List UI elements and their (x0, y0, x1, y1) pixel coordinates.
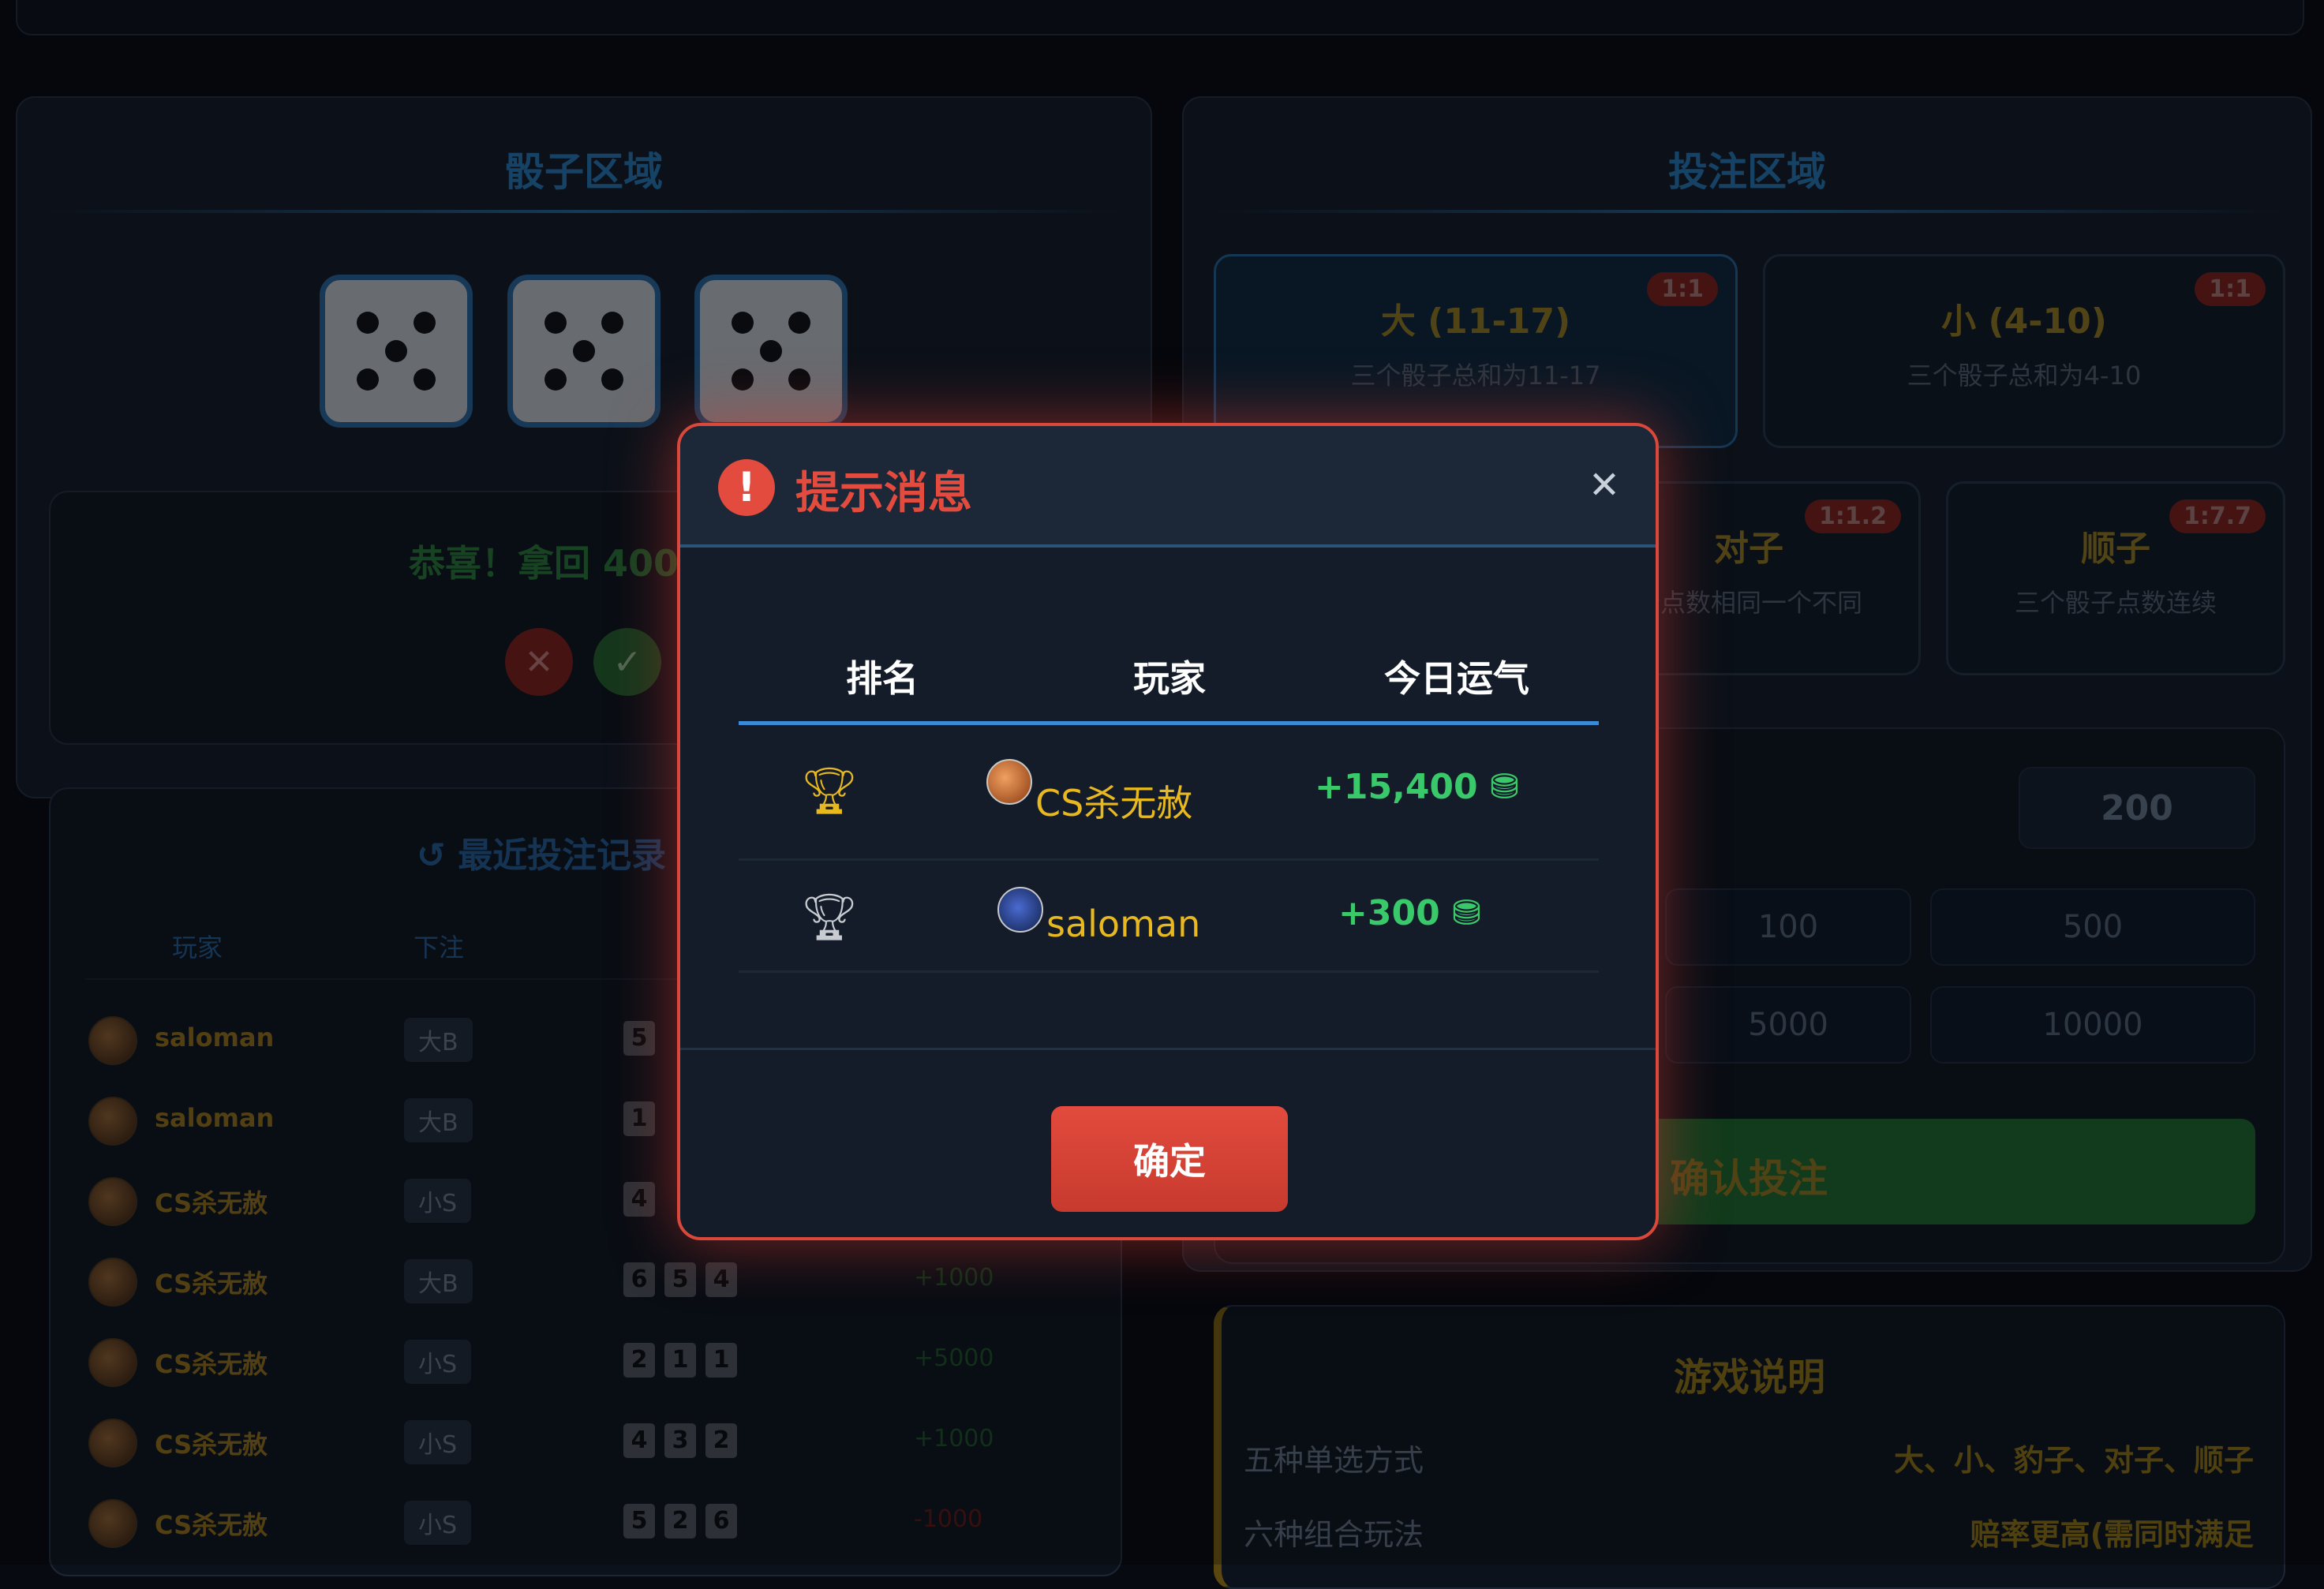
silver-trophy-icon: 🏆︎ (800, 890, 859, 944)
avatar (986, 759, 1032, 805)
player-name: CS杀无赦 (1035, 782, 1193, 824)
luck-value: +300 ⛃ (1338, 893, 1481, 933)
avatar (997, 887, 1043, 933)
alert-icon: ! (718, 459, 775, 516)
modal-footer-line (680, 1048, 1656, 1050)
message-modal: ! 提示消息 ✕ 排名 玩家 今日运气 🏆︎ CS杀无赦 +15,400 ⛃ 🏆… (677, 423, 1659, 1240)
row-divider (739, 858, 1599, 861)
luck-amount: +300 (1338, 893, 1440, 933)
header-underline (739, 721, 1599, 725)
row-divider (739, 970, 1599, 973)
gold-trophy-icon: 🏆︎ (800, 764, 859, 817)
col-player: 玩家 (1133, 657, 1206, 700)
coins-icon: ⛃ (1490, 767, 1519, 807)
luck-value: +15,400 ⛃ (1315, 767, 1519, 807)
col-rank: 排名 (846, 657, 919, 700)
modal-header: ! 提示消息 ✕ (680, 426, 1656, 548)
modal-title: 提示消息 (795, 468, 972, 519)
luck-amount: +15,400 (1315, 767, 1478, 807)
col-luck: 今日运气 (1384, 657, 1529, 700)
player-name: saloman (1046, 903, 1201, 945)
rank-row-2: 🏆︎ saloman +300 ⛃ (739, 862, 1599, 972)
coins-icon: ⛃ (1452, 893, 1481, 933)
ok-button[interactable]: 确定 (1051, 1106, 1288, 1212)
rank-row-1: 🏆︎ CS杀无赦 +15,400 ⛃ (739, 726, 1599, 852)
close-button[interactable]: ✕ (1585, 465, 1624, 505)
close-icon: ✕ (1588, 463, 1621, 507)
